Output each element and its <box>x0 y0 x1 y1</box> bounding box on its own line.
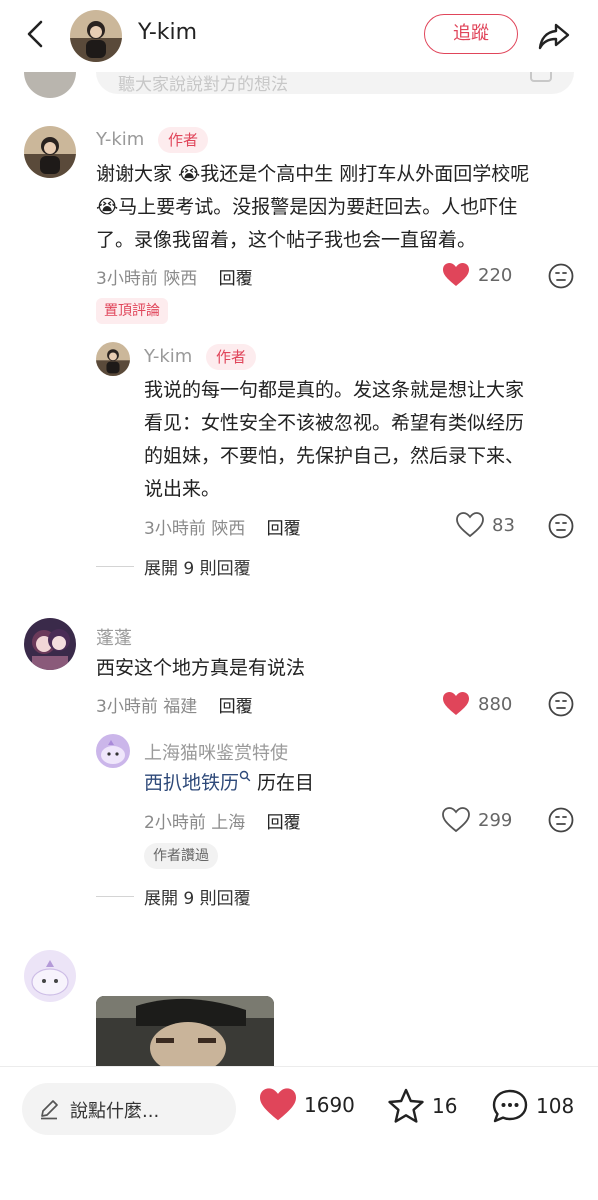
like-button[interactable]: 299 <box>442 807 512 833</box>
share-icon[interactable] <box>536 18 572 54</box>
comment-bubble-icon <box>492 1089 528 1123</box>
like-count: 299 <box>478 809 513 831</box>
expand-replies-label: 展開 9 則回覆 <box>144 559 251 579</box>
comment-time: 3小時前 <box>96 269 158 289</box>
comment-avatar[interactable] <box>24 618 76 670</box>
author-name[interactable]: Y-kim <box>138 20 197 45</box>
comment-username[interactable]: Y-kim <box>96 129 144 150</box>
reply-location: 上海 <box>211 813 246 833</box>
reply-text-line: 西扒地铁历 历在目 <box>144 767 314 800</box>
post-comment-count: 108 <box>536 1094 575 1118</box>
comment-text-line: 了。录像我留着，这个帖子我也会一直留着。 <box>96 229 477 251</box>
previous-content-strip: 聽大家說說對方的想法 <box>0 72 598 100</box>
reply-text-line: 的姐妹，不要怕，先保护自己，然后录下来、 <box>144 445 525 467</box>
post-favorite-count: 16 <box>432 1094 458 1118</box>
reply-text-line: 说出来。 <box>144 478 221 500</box>
like-button[interactable]: 880 <box>442 691 512 717</box>
comment-avatar[interactable] <box>24 126 76 178</box>
reply-button[interactable]: 回覆 <box>219 269 253 289</box>
image-icon <box>530 72 552 82</box>
photo-thumbnail <box>96 996 274 1066</box>
search-link-text[interactable]: 西扒地铁历 <box>144 772 239 794</box>
reply-avatar[interactable] <box>96 734 130 768</box>
dislike-face-icon[interactable] <box>548 691 574 717</box>
reply-button[interactable]: 回覆 <box>219 697 253 717</box>
comment-meta: 3小時前 陝西 回覆 <box>96 264 253 289</box>
comment-text-line: 😭马上要考试。没报警是因为要赶回去。人也吓住 <box>96 196 518 218</box>
expand-replies-button[interactable]: 展開 9 則回覆 <box>96 884 251 909</box>
pinned-comment-badge: 置頂評論 <box>96 298 168 324</box>
reply-time: 3小時前 <box>144 519 206 539</box>
reply-location: 陝西 <box>211 519 246 539</box>
comment-location: 陝西 <box>163 269 198 289</box>
heart-filled-icon <box>443 692 469 715</box>
reply-username[interactable]: 上海猫咪鉴赏特使 <box>144 739 288 765</box>
pencil-icon <box>41 1100 58 1120</box>
dislike-face-icon[interactable] <box>548 807 574 833</box>
comment-meta: 3小時前 福建 回覆 <box>96 692 253 717</box>
dislike-face-icon[interactable] <box>548 263 574 289</box>
divider-line <box>96 566 134 567</box>
like-button[interactable]: 220 <box>442 262 512 288</box>
like-count: 83 <box>492 514 515 536</box>
comment-input[interactable]: 說點什麼... <box>22 1083 236 1135</box>
expand-replies-button[interactable]: 展開 9 則回覆 <box>96 554 251 579</box>
author-badge: 作者 <box>206 344 257 370</box>
comment-input-placeholder: 說點什麼... <box>70 1101 160 1122</box>
post-like-count: 1690 <box>304 1093 355 1117</box>
like-button[interactable]: 83 <box>456 512 515 538</box>
reply-text-line: 看见：女性安全不该被忽视。希望有类似经历 <box>144 412 525 434</box>
reply-time: 2小時前 <box>144 813 206 833</box>
comment-avatar[interactable] <box>24 950 76 1002</box>
previous-avatar <box>24 72 76 98</box>
divider-line <box>96 896 134 897</box>
comment-time: 3小時前 <box>96 697 158 717</box>
top-nav-bar: Y-kim 追蹤 <box>0 0 598 72</box>
post-comment-button[interactable]: 108 <box>490 1087 574 1125</box>
reply-text-line: 我说的每一句都是真的。发这条就是想让大家 <box>144 379 525 401</box>
comment-image[interactable] <box>96 996 274 1066</box>
reply-text-rest: 历在目 <box>251 772 315 794</box>
post-like-button[interactable]: 1690 <box>258 1087 355 1123</box>
comment-location: 福建 <box>163 697 198 717</box>
search-icon[interactable] <box>239 770 251 782</box>
reply-username[interactable]: Y-kim <box>144 346 192 367</box>
author-badge: 作者 <box>158 127 209 153</box>
dislike-face-icon[interactable] <box>548 513 574 539</box>
like-count: 220 <box>478 264 513 286</box>
comment-text-line: 西安这个地方真是有说法 <box>96 657 306 679</box>
reply-avatar[interactable] <box>96 342 130 376</box>
previous-input-text: 聽大家說說對方的想法 <box>118 75 288 95</box>
reply-button[interactable]: 回覆 <box>267 519 301 539</box>
back-chevron-icon[interactable] <box>20 18 52 50</box>
like-count: 880 <box>478 693 513 715</box>
heart-filled-icon <box>443 263 469 286</box>
author-avatar[interactable] <box>70 10 122 62</box>
expand-replies-label: 展開 9 則回覆 <box>144 889 251 909</box>
heart-outline-icon <box>442 807 470 833</box>
author-liked-badge: 作者讚過 <box>144 843 218 869</box>
follow-button[interactable]: 追蹤 <box>424 14 518 54</box>
reply-button[interactable]: 回覆 <box>267 813 301 833</box>
comment-text-line: 谢谢大家 😭我还是个高中生 刚打车从外面回学校呢 <box>96 163 530 185</box>
reply-meta: 3小時前 陝西 回覆 <box>144 514 301 539</box>
heart-outline-icon <box>456 512 484 538</box>
heart-filled-icon <box>260 1088 296 1121</box>
post-favorite-button[interactable]: 16 <box>386 1087 457 1125</box>
bottom-action-bar: 說點什麼... 1690 16 108 <box>0 1066 598 1200</box>
star-outline-icon <box>388 1088 424 1123</box>
reply-meta: 2小時前 上海 回覆 <box>144 808 301 833</box>
comment-username[interactable]: 蓬蓬 <box>96 624 132 650</box>
